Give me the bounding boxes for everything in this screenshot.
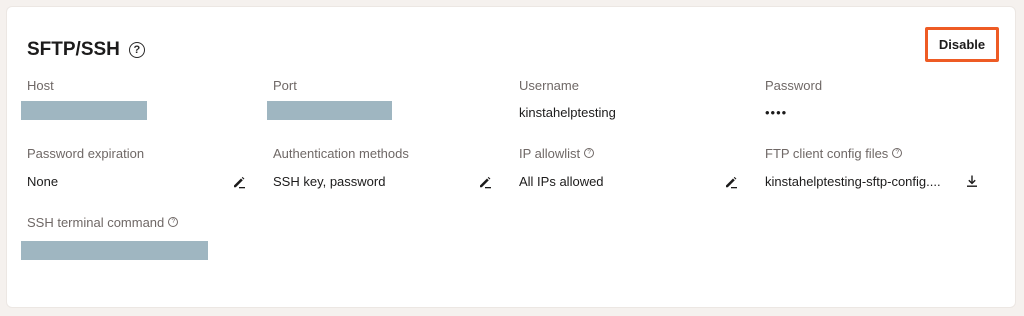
authentication-methods-label: Authentication methods (273, 145, 409, 161)
password-expiration-field: Password expiration None (27, 145, 245, 189)
host-redacted-value (21, 101, 147, 120)
password-expiration-value: None (27, 174, 59, 189)
username-field: Username kinstahelptesting (519, 77, 737, 121)
ftp-config-value: kinstahelptesting-sftp-config.... (765, 174, 941, 189)
help-icon[interactable]: ? (168, 217, 179, 227)
port-field: Port (267, 77, 491, 120)
ip-allowlist-label: IP allowlist (519, 145, 581, 161)
port-label: Port (273, 77, 297, 93)
sftp-ssh-card: SFTP/SSH ? Disable Host Port Username ki… (6, 6, 1016, 308)
host-label: Host (27, 77, 54, 93)
edit-pencil-icon[interactable] (231, 174, 247, 190)
ftp-config-field: FTP client config files ? kinstahelptest… (765, 145, 983, 189)
help-icon[interactable]: ? (584, 148, 595, 158)
ssh-command-redacted-value (21, 241, 208, 260)
ftp-config-label-row: FTP client config files ? (765, 145, 983, 161)
edit-pencil-icon[interactable] (723, 174, 739, 190)
download-icon[interactable] (964, 173, 980, 189)
username-label: Username (519, 77, 579, 93)
port-redacted-value (267, 101, 392, 120)
help-icon[interactable]: ? (128, 42, 145, 58)
card-header: SFTP/SSH ? (27, 39, 145, 61)
host-field: Host (21, 77, 245, 120)
ip-allowlist-field: IP allowlist ? All IPs allowed (519, 145, 737, 189)
ssh-command-label-row: SSH terminal command ? (27, 214, 245, 230)
edit-pencil-icon[interactable] (477, 174, 493, 190)
ssh-command-label: SSH terminal command (27, 214, 165, 230)
authentication-methods-field: Authentication methods SSH key, password (273, 145, 491, 189)
ssh-command-field: SSH terminal command ? (21, 214, 245, 260)
ftp-config-label: FTP client config files (765, 145, 889, 161)
password-value: •••• (765, 105, 788, 120)
disable-button[interactable]: Disable (925, 27, 999, 62)
section-title: SFTP/SSH (27, 39, 120, 60)
ip-allowlist-value: All IPs allowed (519, 174, 604, 189)
username-value: kinstahelptesting (519, 105, 616, 120)
password-field: Password •••• (765, 77, 983, 121)
authentication-methods-value: SSH key, password (273, 174, 386, 189)
password-expiration-label: Password expiration (27, 145, 145, 161)
password-label: Password (765, 77, 823, 93)
help-icon[interactable]: ? (892, 148, 903, 158)
ip-allowlist-label-row: IP allowlist ? (519, 145, 737, 161)
